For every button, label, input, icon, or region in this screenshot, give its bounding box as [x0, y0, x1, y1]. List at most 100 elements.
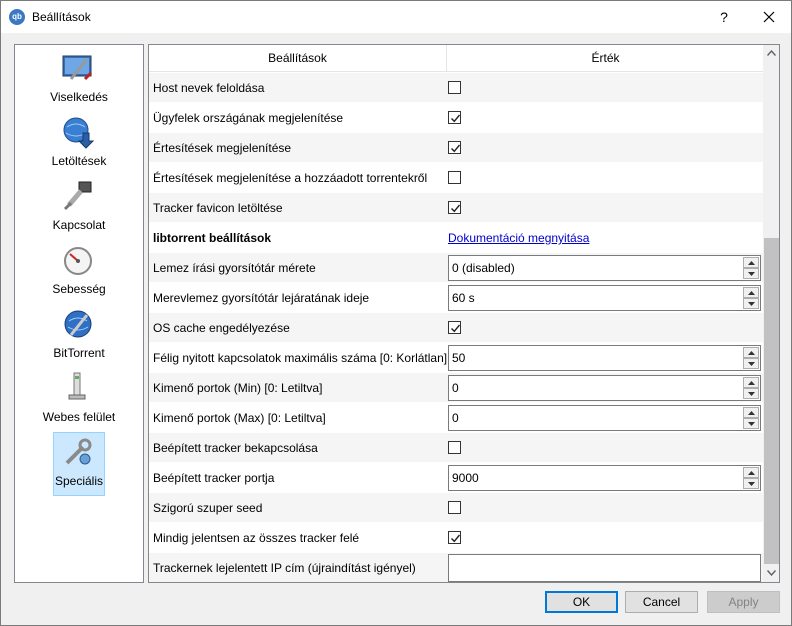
setting-value: 9000 — [448, 463, 763, 493]
sidebar-item-connection[interactable]: Kapcsolat — [15, 176, 143, 240]
spinbox-arrows — [743, 407, 759, 429]
sidebar-item-bittorrent[interactable]: BitTorrent — [15, 304, 143, 368]
spin-down-button[interactable] — [743, 388, 759, 399]
scrollbar-thumb[interactable] — [764, 238, 779, 564]
close-button[interactable] — [746, 1, 791, 33]
spin-up-icon — [748, 411, 755, 415]
setting-checkbox[interactable] — [448, 321, 461, 334]
vertical-scrollbar[interactable] — [763, 45, 779, 582]
setting-checkbox[interactable] — [448, 141, 461, 154]
spin-down-button[interactable] — [743, 268, 759, 279]
table-row: Lemez írási gyorsítótár mérete 0 (disable… — [149, 253, 763, 283]
spin-up-button[interactable] — [743, 407, 759, 418]
documentation-link[interactable]: Dokumentáció megnyitása — [448, 223, 589, 253]
setting-value: 50 — [448, 343, 763, 373]
close-icon — [763, 11, 775, 23]
help-button[interactable]: ? — [703, 1, 745, 33]
speed-icon — [61, 243, 95, 277]
setting-checkbox[interactable] — [448, 441, 461, 454]
spinbox-arrows — [743, 257, 759, 279]
sidebar-item-behavior[interactable]: Viselkedés — [15, 48, 143, 112]
setting-value: 0 (disabled) — [448, 253, 763, 283]
setting-name: Lemez írási gyorsítótár mérete — [153, 261, 316, 275]
cancel-button[interactable]: Cancel — [625, 591, 698, 613]
sidebar-item-label: Letöltések — [51, 154, 107, 168]
spin-down-icon — [748, 362, 755, 366]
setting-spinbox[interactable]: 9000 — [448, 465, 761, 491]
chevron-down-icon — [767, 570, 776, 576]
spinbox-arrows — [743, 287, 759, 309]
spin-down-button[interactable] — [743, 358, 759, 369]
spin-up-icon — [748, 351, 755, 355]
setting-name: Kimenő portok (Min) [0: Letiltva] — [153, 381, 323, 395]
spinbox-value[interactable]: 0 — [452, 406, 459, 430]
setting-checkbox[interactable] — [448, 501, 461, 514]
column-header-value[interactable]: Érték — [448, 45, 763, 72]
setting-name: Értesítések megjelenítése — [153, 141, 292, 155]
setting-checkbox[interactable] — [448, 201, 461, 214]
setting-name: Félig nyitott kapcsolatok maximális szám… — [153, 351, 447, 365]
setting-name: Értesítések megjelenítése a hozzáadott t… — [153, 171, 428, 185]
sidebar-item-label: Sebesség — [52, 282, 106, 296]
spin-up-icon — [748, 291, 755, 295]
column-header-setting[interactable]: Beállítások — [149, 45, 447, 72]
setting-value — [448, 313, 763, 343]
ok-button[interactable]: OK — [545, 591, 618, 613]
spin-down-button[interactable] — [743, 298, 759, 309]
setting-value — [448, 133, 763, 163]
spin-up-button[interactable] — [743, 287, 759, 298]
setting-value — [448, 523, 763, 553]
scroll-down-button[interactable] — [763, 565, 779, 582]
bittorrent-icon — [61, 307, 95, 341]
spinbox-value[interactable]: 60 s — [452, 286, 475, 310]
checkmark-icon — [451, 204, 461, 213]
setting-spinbox[interactable]: 50 — [448, 345, 761, 371]
table-row: Beépített tracker bekapcsolása — [149, 433, 763, 463]
apply-button[interactable]: Apply — [707, 591, 780, 613]
sidebar-item-speed[interactable]: Sebesség — [15, 240, 143, 304]
table-row: Kimenő portok (Max) [0: Letiltva] 0 — [149, 403, 763, 433]
title-bar: qb Beállítások ? — [1, 1, 791, 33]
setting-checkbox[interactable] — [448, 111, 461, 124]
sidebar-item-advanced[interactable]: Speciális — [15, 432, 143, 496]
checkmark-icon — [451, 114, 461, 123]
table-row: Értesítések megjelenítése a hozzáadott t… — [149, 163, 763, 193]
spin-down-button[interactable] — [743, 478, 759, 489]
sidebar-item-web-ui[interactable]: Webes felület — [15, 368, 143, 432]
spinbox-value[interactable]: 0 (disabled) — [452, 256, 515, 280]
table-row: Értesítések megjelenítése — [149, 133, 763, 163]
spinbox-arrows — [743, 347, 759, 369]
checkmark-icon — [451, 144, 461, 153]
spin-up-button[interactable] — [743, 257, 759, 268]
setting-spinbox[interactable]: 60 s — [448, 285, 761, 311]
spinbox-value[interactable]: 50 — [452, 346, 465, 370]
setting-checkbox[interactable] — [448, 81, 461, 94]
spinbox-value[interactable]: 0 — [452, 376, 459, 400]
ip-address-input[interactable] — [448, 554, 761, 582]
table-row: Host nevek feloldása — [149, 73, 763, 103]
spinbox-arrows — [743, 377, 759, 399]
spin-up-button[interactable] — [743, 377, 759, 388]
setting-name: Beépített tracker bekapcsolása — [153, 441, 318, 455]
spin-up-button[interactable] — [743, 467, 759, 478]
web-ui-icon — [61, 371, 95, 405]
setting-value — [448, 163, 763, 193]
settings-dialog: qb Beállítások ? Viselkedés Letöltések Kap… — [0, 0, 792, 626]
sidebar-item-label: BitTorrent — [53, 346, 105, 360]
setting-spinbox[interactable]: 0 (disabled) — [448, 255, 761, 281]
table-row: Tracker favicon letöltése — [149, 193, 763, 223]
setting-checkbox[interactable] — [448, 531, 461, 544]
spinbox-value[interactable]: 9000 — [452, 466, 479, 490]
sidebar-item-downloads[interactable]: Letöltések — [15, 112, 143, 176]
setting-name: Tracker favicon letöltése — [153, 201, 283, 215]
spin-up-button[interactable] — [743, 347, 759, 358]
scroll-up-button[interactable] — [763, 45, 779, 62]
setting-value: 0 — [448, 403, 763, 433]
spin-down-button[interactable] — [743, 418, 759, 429]
setting-value — [448, 193, 763, 223]
setting-spinbox[interactable]: 0 — [448, 375, 761, 401]
sidebar-item-label: Kapcsolat — [52, 218, 106, 232]
setting-spinbox[interactable]: 0 — [448, 405, 761, 431]
setting-checkbox[interactable] — [448, 171, 461, 184]
setting-value — [448, 103, 763, 133]
